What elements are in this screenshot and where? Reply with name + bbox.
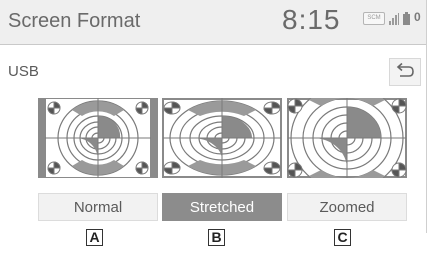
source-badge: SCM [363,12,385,25]
normal-format-preview [38,98,158,178]
notification-count: 0 [414,10,421,24]
back-button[interactable] [389,58,421,86]
callout-a: A [86,229,103,246]
callout-b: B [208,229,225,246]
return-arrow-icon [396,62,414,77]
page-title: Screen Format [8,10,141,32]
screen-format-display: Screen Format 8:15 SCM 0 USB Normal Stre… [0,0,427,233]
stretched-button[interactable]: Stretched [162,193,282,221]
clock: 8:15 [282,4,341,35]
zoomed-button[interactable]: Zoomed [287,193,407,221]
normal-button[interactable]: Normal [38,193,158,221]
source-label: USB [8,63,39,80]
battery-icon [403,12,410,25]
signal-icon [389,13,399,25]
status-header: Screen Format 8:15 SCM 0 [0,0,426,45]
stretched-format-preview [162,98,282,178]
callout-c: C [334,229,351,246]
zoomed-format-preview [287,98,407,178]
